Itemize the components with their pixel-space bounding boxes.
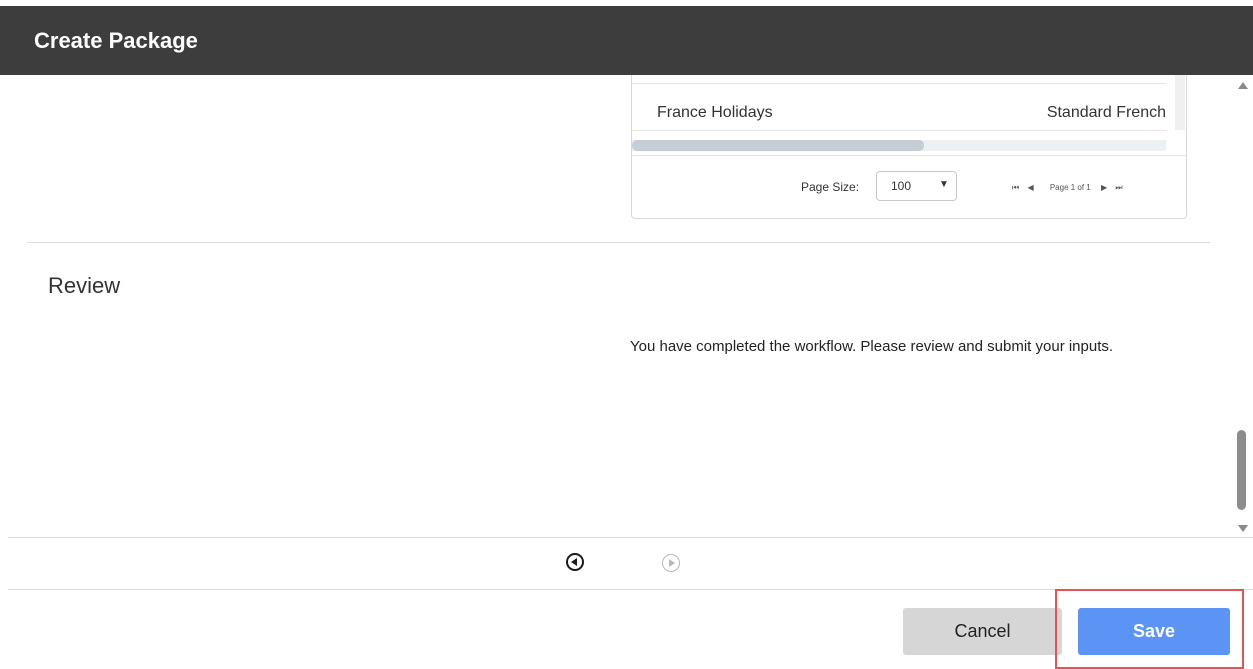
prev-page-icon[interactable]: ◀ — [1027, 183, 1033, 192]
table-row[interactable]: France Holidays Standard French — [632, 84, 1166, 131]
grid-horizontal-scrollbar[interactable] — [632, 140, 1166, 151]
scroll-up-arrow-icon[interactable] — [1238, 82, 1248, 89]
scrollbar-thumb[interactable] — [1237, 430, 1246, 510]
review-message: You have completed the workflow. Please … — [630, 338, 1114, 355]
pagination-controls: ⏮ ◀ Page 1 of 1 ▶ ⏭ — [1012, 183, 1129, 193]
page-size-select[interactable]: 100 ▼ — [876, 171, 957, 201]
holiday-grid: France Holidays Standard French Page Siz… — [631, 75, 1187, 219]
last-page-icon[interactable]: ⏭ — [1115, 183, 1122, 193]
page-size-label: Page Size: — [801, 180, 860, 194]
nav-divider-top — [8, 537, 1253, 538]
grid-horizontal-scroll-thumb[interactable] — [632, 140, 924, 151]
page-size-value: 100 — [891, 179, 912, 193]
review-section-title: Review — [48, 273, 121, 298]
cancel-button[interactable]: Cancel — [903, 608, 1062, 655]
content-scrollbar[interactable] — [1233, 75, 1253, 537]
chevron-down-icon: ▼ — [939, 179, 949, 190]
section-divider — [27, 242, 1210, 243]
dialog-title: Create Package — [34, 28, 198, 53]
grid-footer-divider — [632, 155, 1186, 156]
first-page-icon[interactable]: ⏮ — [1012, 183, 1019, 193]
next-page-icon[interactable]: ▶ — [1101, 183, 1107, 192]
grid-vertical-scrollbar[interactable] — [1175, 75, 1185, 130]
next-step-icon[interactable] — [662, 554, 680, 572]
language-cell: Standard French — [1046, 104, 1166, 121]
save-button[interactable]: Save — [1078, 608, 1230, 655]
previous-step-icon[interactable] — [566, 553, 584, 571]
page-indicator: Page 1 of 1 — [1049, 183, 1091, 192]
scroll-down-arrow-icon[interactable] — [1238, 525, 1248, 532]
dialog-header: Create Package — [0, 0, 1253, 75]
holiday-name-cell: France Holidays — [657, 104, 773, 121]
